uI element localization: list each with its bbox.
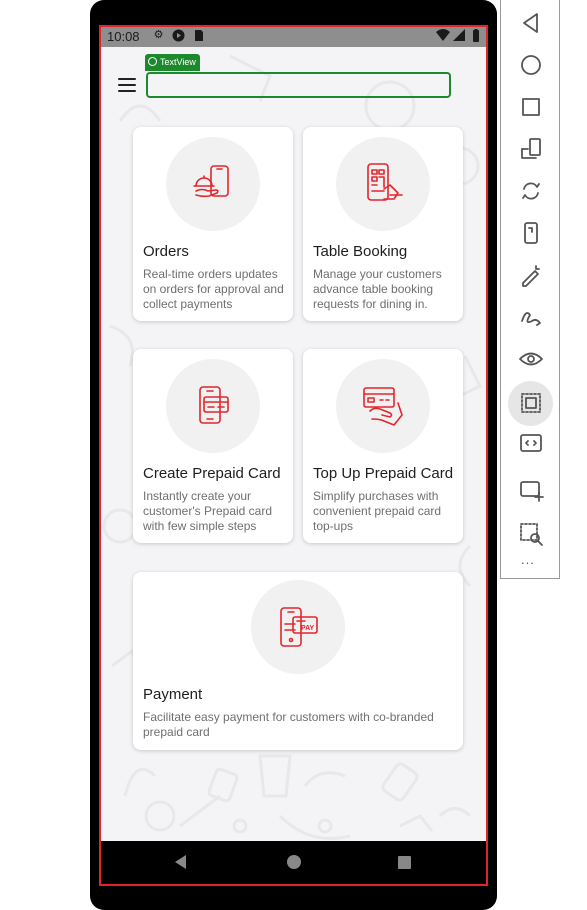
zoom-select-icon[interactable] [517, 520, 545, 548]
card-description: Real-time orders updates on orders for a… [143, 267, 284, 311]
card-title: Table Booking [313, 243, 408, 260]
wifi-icon [436, 29, 450, 42]
card-title: Payment [143, 686, 203, 703]
phone-table-map-icon [367, 163, 403, 201]
card-title: Orders [143, 243, 189, 260]
card-create-prepaid-card[interactable]: Create Prepaid Card Instantly create you… [133, 349, 293, 543]
hand-card-icon [363, 387, 403, 426]
draw-icon[interactable] [517, 303, 545, 331]
settings-icon: ⚙ [153, 29, 164, 41]
add-device-icon[interactable] [517, 475, 545, 503]
screenshot-area-icon[interactable] [517, 429, 545, 457]
battery-icon [469, 29, 482, 42]
rotate-right-icon[interactable] [517, 177, 545, 205]
nav-back-icon[interactable] [175, 855, 186, 869]
pen-icon[interactable] [517, 261, 545, 289]
back-icon[interactable] [517, 9, 545, 37]
fold-icon[interactable] [517, 219, 545, 247]
nav-recents-icon[interactable] [398, 856, 411, 869]
card-icon-circle [166, 137, 260, 231]
card-description: Manage your customers advance table book… [313, 267, 442, 311]
card-icon-circle [336, 137, 430, 231]
overview-icon[interactable] [517, 93, 545, 121]
card-orders[interactable]: Orders Real-time orders updates on order… [133, 127, 293, 321]
home-icon[interactable] [517, 51, 545, 79]
nav-home-icon[interactable] [287, 855, 301, 869]
toolbar-title-textview[interactable] [146, 72, 451, 98]
card-icon-circle: PAY [251, 580, 345, 674]
rotate-left-icon[interactable] [517, 135, 545, 163]
signal-icon [452, 29, 465, 42]
sd-card-icon [192, 29, 205, 42]
layout-bounds-icon[interactable] [517, 389, 545, 417]
hamburger-menu-icon[interactable] [118, 76, 138, 94]
card-description: Simplify purchases with convenient prepa… [313, 489, 442, 533]
emulator-toolbar: ... [500, 0, 560, 579]
more-icon[interactable]: ... [521, 552, 535, 567]
target-icon [148, 57, 157, 66]
card-title: Create Prepaid Card [143, 465, 281, 482]
pay-label: PAY [301, 625, 315, 632]
status-time: 10:08 [107, 29, 140, 44]
card-icon-circle [166, 359, 260, 453]
card-description: Facilitate easy payment for customers wi… [143, 710, 434, 739]
card-table-booking[interactable]: Table Booking Manage your customers adva… [303, 127, 463, 321]
card-title: Top Up Prepaid Card [313, 465, 454, 482]
navigation-bar [100, 841, 487, 884]
phone-card-icon [199, 386, 229, 424]
device-screen: 10:08 ⚙ TextView Orders Real-time orders… [100, 26, 487, 884]
food-tray-phone-icon [193, 165, 229, 198]
card-top-up-prepaid-card[interactable]: Top Up Prepaid Card Simplify purchases w… [303, 349, 463, 543]
card-description: Instantly create your customer's Prepaid… [143, 489, 273, 533]
status-bar: 10:08 ⚙ [100, 26, 487, 47]
card-payment[interactable]: PAY Payment Facilitate easy payment for … [133, 572, 463, 750]
phone-pay-icon: PAY [280, 607, 318, 647]
eye-icon[interactable] [517, 345, 545, 373]
play-protect-icon [172, 29, 185, 42]
debug-view-tag: TextView [145, 54, 200, 71]
card-icon-circle [336, 359, 430, 453]
